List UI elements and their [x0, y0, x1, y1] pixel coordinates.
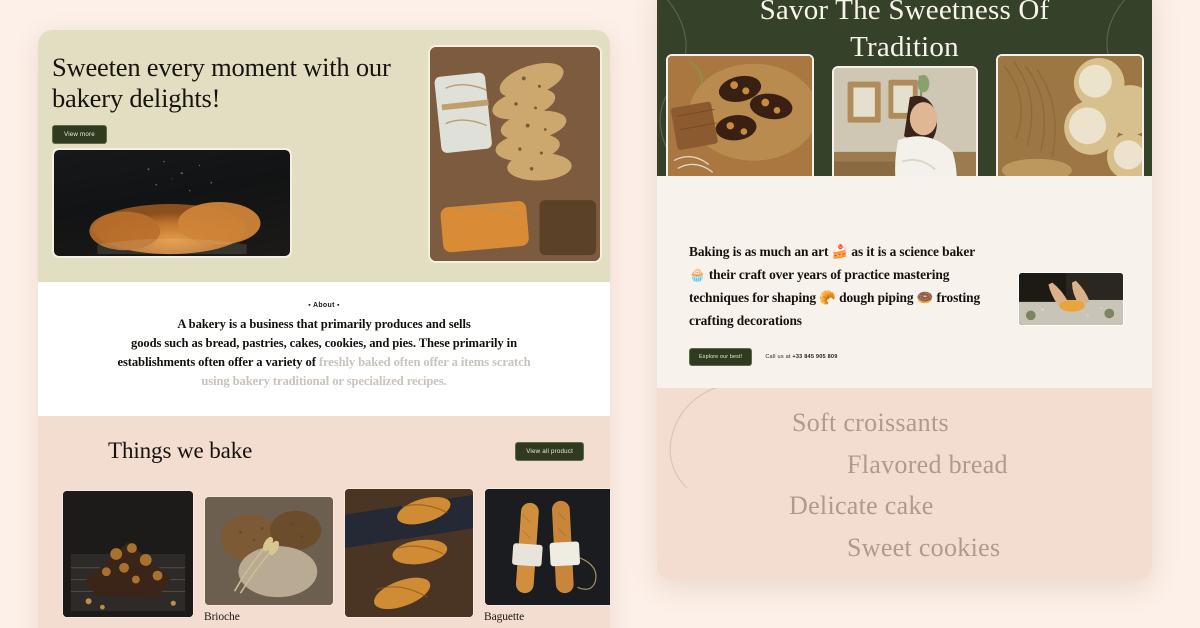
- product-image-croissants: [344, 488, 474, 618]
- list-item[interactable]: Delicate cake: [789, 485, 1152, 527]
- about-line-3-muted: freshly baked often offer a items scratc…: [318, 355, 531, 370]
- product-card-list: Brioche Baguette: [60, 488, 610, 623]
- product-image-baguette: [484, 488, 610, 606]
- about-line-1: A bakery is a business that primarily pr…: [177, 317, 471, 331]
- product-image-brioche: [204, 496, 334, 606]
- left-hero-section: Sweeten every moment with our bakery del…: [38, 30, 610, 282]
- about-line-2: goods such as bread, pastries, cakes, co…: [131, 336, 517, 351]
- right-paragraph-line-4: crafting decorations: [689, 313, 802, 329]
- right-list-section: Soft croissants Flavored bread Delicate …: [657, 388, 1152, 580]
- right-paragraph-line-2: 🧁 their craft over years of practice mas…: [689, 267, 950, 283]
- hero-loaves-image: [428, 45, 602, 263]
- right-hero-section: Savor The Sweetness Of Tradition: [657, 0, 1152, 176]
- right-body-actions: Explore our best! Call us at +33 845 905…: [689, 348, 1120, 367]
- swirl-decoration-icon: [669, 388, 717, 489]
- things-we-bake-section: Things we bake View all product Brioche …: [38, 416, 610, 628]
- hero-card-bread-rolls[interactable]: [995, 54, 1144, 176]
- product-label: Baguette: [484, 611, 525, 623]
- product-image-brownie: [62, 490, 194, 618]
- call-us-text: Call us at +33 845 905 809: [765, 354, 837, 360]
- right-body-section: Baking is as much an art 🍰 as it is a sc…: [657, 176, 1152, 388]
- left-page-mockup: Sweeten every moment with our bakery del…: [38, 30, 610, 628]
- view-all-product-button[interactable]: View all product: [515, 441, 584, 461]
- right-body-paragraph: Baking is as much an art 🍰 as it is a sc…: [689, 240, 1009, 332]
- about-line-3: establishments often offer a variety of …: [64, 353, 584, 372]
- call-us-label: Call us at: [765, 354, 791, 361]
- product-card[interactable]: Brioche: [204, 496, 334, 623]
- hero-croissant-image: [52, 148, 292, 258]
- hero-card-baker-woman[interactable]: [831, 66, 978, 176]
- right-hero-title-line-1: Savor The Sweetness Of: [759, 0, 1050, 26]
- right-hero-card-list: [657, 54, 1152, 176]
- list-item[interactable]: Sweet cookies: [847, 527, 1152, 569]
- about-line-3-strong: establishments often offer a variety of: [117, 355, 316, 370]
- right-paragraph-line-3: techniques for shaping 🥐 dough piping 🍩 …: [689, 290, 981, 306]
- about-section: ▪ About ▪ A bakery is a business that pr…: [38, 282, 610, 416]
- about-paragraph: A bakery is a business that primarily pr…: [64, 315, 584, 392]
- about-eyebrow: ▪ About ▪: [308, 302, 340, 309]
- product-label: Brioche: [204, 611, 240, 623]
- list-item[interactable]: Soft croissants: [792, 402, 1152, 444]
- list-item[interactable]: Flavored bread: [847, 444, 1152, 486]
- right-paragraph-line-1: Baking is as much an art 🍰 as it is a sc…: [689, 244, 976, 259]
- bake-header: Things we bake View all product: [60, 438, 588, 464]
- product-card[interactable]: Baguette: [484, 488, 610, 623]
- call-us-number[interactable]: +33 845 905 809: [792, 354, 837, 360]
- right-page-mockup: Savor The Sweetness Of Tradition Baking …: [657, 0, 1152, 580]
- kneading-dough-image: [1018, 272, 1124, 326]
- page-canvas: Sweeten every moment with our bakery del…: [0, 0, 1200, 628]
- explore-our-best-button[interactable]: Explore our best!: [689, 348, 753, 367]
- product-card[interactable]: [344, 488, 474, 623]
- about-line-4: using bakery traditional or specialized …: [201, 374, 447, 389]
- view-more-button[interactable]: View more: [52, 125, 107, 144]
- left-hero-title: Sweeten every moment with our bakery del…: [52, 52, 391, 113]
- bake-title: Things we bake: [108, 438, 253, 463]
- product-card[interactable]: [62, 490, 194, 623]
- hero-card-chocolate-nuts[interactable]: [665, 54, 814, 176]
